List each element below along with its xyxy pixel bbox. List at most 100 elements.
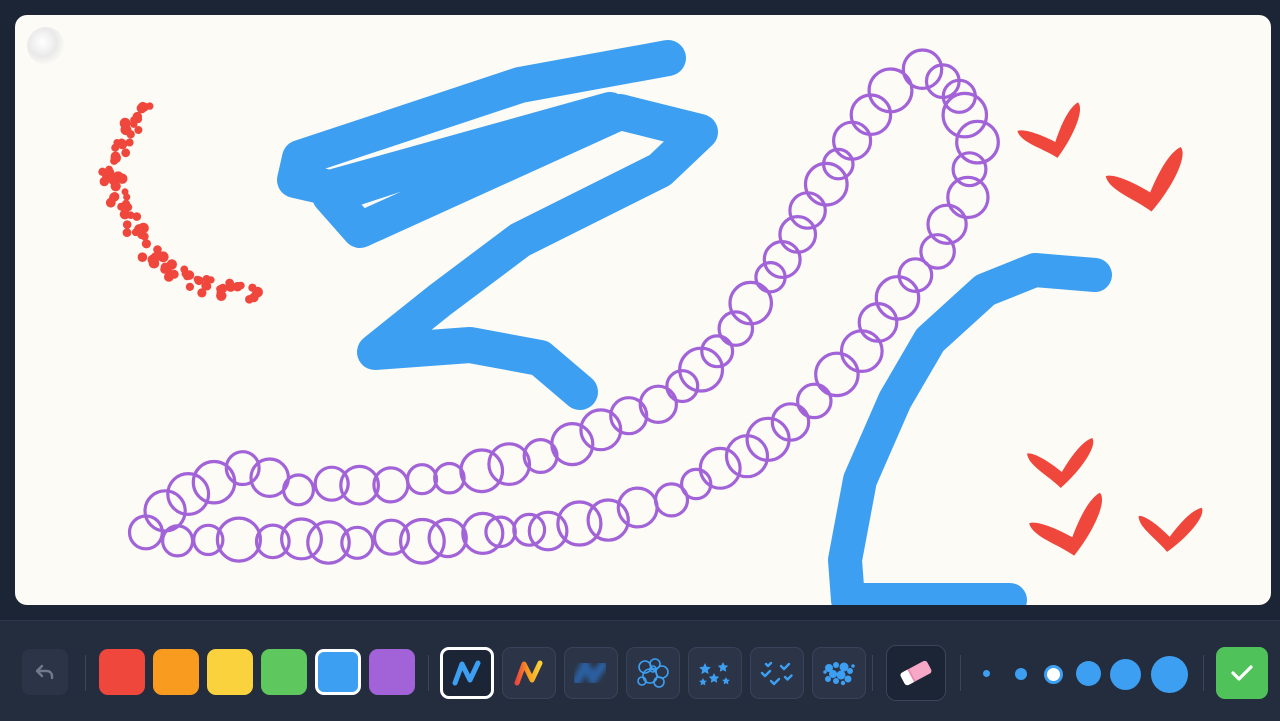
color-swatch-yellow[interactable] <box>207 649 253 695</box>
checks-brush-icon <box>760 661 793 686</box>
blue-scribble-stroke <box>277 40 718 410</box>
brush-size-s[interactable] <box>1015 668 1027 680</box>
bubble-ring <box>665 369 700 404</box>
bubble-ring <box>901 48 944 90</box>
bubble-ring <box>461 511 505 556</box>
bubble-ring <box>941 91 989 139</box>
bottom-toolbar <box>0 620 1280 721</box>
bubble-ring <box>728 280 774 326</box>
scatter-dot <box>110 156 119 165</box>
toolbar-divider <box>960 655 961 691</box>
brush-size-m[interactable] <box>1044 665 1063 684</box>
brush-stars-button[interactable] <box>688 647 742 699</box>
scatter-dot <box>216 288 225 297</box>
scatter-dot <box>249 292 259 303</box>
checkmark-icon <box>1231 665 1253 681</box>
heart-mark <box>1138 507 1203 552</box>
eraser-button[interactable] <box>886 645 946 701</box>
red-scatter-stroke <box>98 101 263 304</box>
color-swatch-red[interactable] <box>99 649 145 695</box>
bubble-ring <box>653 482 690 518</box>
brush-pen-button[interactable] <box>440 647 494 699</box>
bubble-ring <box>700 334 735 369</box>
bubble-ring <box>874 275 921 321</box>
brush-splatter-button[interactable] <box>812 647 866 699</box>
bubble-ring <box>831 120 873 161</box>
color-swatch-purple[interactable] <box>369 649 415 695</box>
blue-arc-stroke <box>828 253 1112 605</box>
bubble-ring <box>282 473 316 507</box>
bubbles-brush-icon <box>637 658 669 688</box>
scatter-dot <box>122 228 132 238</box>
scatter-dot <box>157 251 169 263</box>
splatter-brush-icon <box>823 662 855 686</box>
scatter-dot <box>137 252 148 262</box>
brush-rainbow-button[interactable] <box>502 647 556 699</box>
toolbar-divider <box>872 655 873 691</box>
scatter-dot <box>113 139 121 147</box>
bubble-ring <box>698 446 742 490</box>
bubble-ring <box>372 518 411 556</box>
drawing-canvas[interactable] <box>15 15 1271 605</box>
scatter-dot <box>140 102 149 112</box>
brush-size-xxl[interactable] <box>1151 656 1188 693</box>
scatter-dot <box>122 220 132 229</box>
done-button[interactable] <box>1216 647 1268 699</box>
scatter-dot <box>184 270 195 280</box>
stars-brush-icon <box>699 662 730 686</box>
toolbar-divider <box>428 655 429 691</box>
scatter-dot <box>185 282 194 291</box>
canvas-drawing <box>98 40 1203 605</box>
scatter-dot <box>121 148 131 158</box>
heart-mark <box>1029 492 1102 556</box>
bubble-ring <box>795 382 833 420</box>
scatter-dot <box>237 281 245 290</box>
bubble-ring <box>161 524 195 558</box>
scatter-dot <box>121 118 131 129</box>
bubble-ring <box>762 240 802 280</box>
heart-mark <box>1027 438 1094 488</box>
scatter-dot <box>109 192 119 202</box>
bubble-ring <box>839 329 884 374</box>
rainbow-zigzag-icon <box>514 660 543 686</box>
scatter-dot <box>126 130 135 139</box>
toolbar-divider <box>85 655 86 691</box>
scatter-dot <box>110 181 121 192</box>
eraser-icon <box>900 660 932 686</box>
color-swatch-green[interactable] <box>261 649 307 695</box>
red-hearts-stroke <box>1017 102 1203 556</box>
bubble-ring <box>778 214 818 254</box>
undo-arrow-icon <box>35 664 54 680</box>
bubble-ring <box>459 448 505 494</box>
scatter-dot <box>160 265 170 274</box>
scatter-dot <box>132 212 142 221</box>
bubble-ring <box>638 384 679 424</box>
bubble-ring <box>946 175 990 220</box>
color-swatch-orange[interactable] <box>153 649 199 695</box>
scatter-dot <box>248 283 257 292</box>
pen-zigzag-icon <box>452 660 481 686</box>
scatter-dot <box>141 239 151 249</box>
scatter-dot <box>134 126 143 134</box>
heart-mark <box>1105 146 1183 212</box>
brush-size-l[interactable] <box>1076 661 1101 686</box>
scatter-dot <box>207 276 215 284</box>
scatter-dot <box>99 176 110 187</box>
undo-button[interactable] <box>22 649 68 695</box>
brush-bubbles-button[interactable] <box>626 647 680 699</box>
brush-size-xs[interactable] <box>983 670 990 677</box>
scatter-dot <box>121 211 129 219</box>
scatter-dot <box>123 193 131 201</box>
bubble-ring <box>814 351 860 398</box>
bubble-ring <box>788 191 827 230</box>
cursor-glow <box>27 27 65 65</box>
brush-size-xl[interactable] <box>1110 659 1141 690</box>
brush-blur-button[interactable] <box>564 647 618 699</box>
color-swatch-blue[interactable] <box>315 649 361 695</box>
blur-brush-icon <box>572 657 608 688</box>
brush-checks-button[interactable] <box>750 647 804 699</box>
bubble-ring <box>405 463 439 496</box>
toolbar-divider <box>1203 655 1204 691</box>
heart-mark <box>1017 102 1081 158</box>
bubble-ring <box>191 459 237 505</box>
